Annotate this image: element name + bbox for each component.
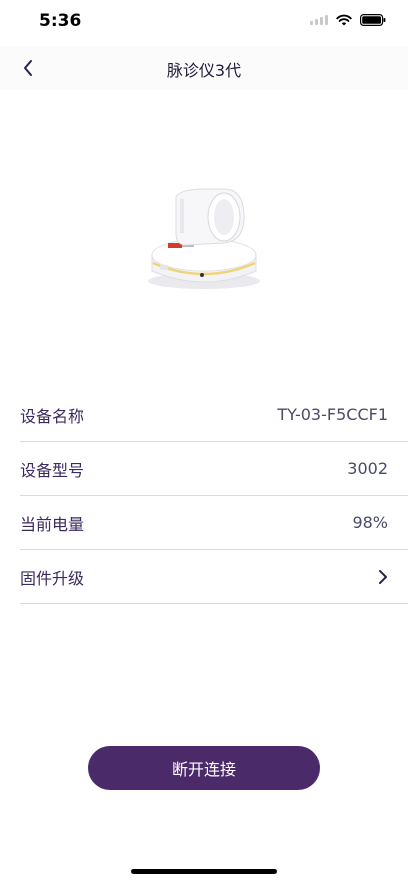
chevron-right-icon — [379, 569, 387, 584]
device-image — [140, 183, 268, 295]
wifi-icon — [336, 14, 352, 26]
disconnect-button[interactable]: 断开连接 — [88, 746, 320, 790]
battery-icon — [360, 14, 386, 26]
battery-level-label: 当前电量 — [20, 514, 85, 534]
device-name-label: 设备名称 — [20, 406, 85, 426]
device-info-list: 设备名称 TY-03-F5CCF1 设备型号 3002 当前电量 98% 固件升… — [20, 388, 408, 604]
device-name-row: 设备名称 TY-03-F5CCF1 — [20, 388, 408, 442]
cellular-signal-icon — [310, 15, 328, 25]
firmware-upgrade-row[interactable]: 固件升级 — [20, 550, 408, 604]
status-bar: 5:36 — [0, 0, 408, 46]
firmware-upgrade-label: 固件升级 — [20, 568, 85, 588]
device-model-label: 设备型号 — [20, 460, 85, 480]
nav-bar: 脉诊仪3代 — [0, 46, 408, 90]
battery-level-row: 当前电量 98% — [20, 496, 408, 550]
status-time: 5:36 — [39, 11, 82, 31]
device-model-row: 设备型号 3002 — [20, 442, 408, 496]
battery-level-value: 98% — [352, 513, 388, 532]
page-title: 脉诊仪3代 — [166, 61, 242, 80]
status-icons — [310, 14, 386, 26]
device-name-value: TY-03-F5CCF1 — [277, 405, 388, 424]
device-model-value: 3002 — [347, 459, 388, 478]
home-indicator — [131, 869, 277, 874]
